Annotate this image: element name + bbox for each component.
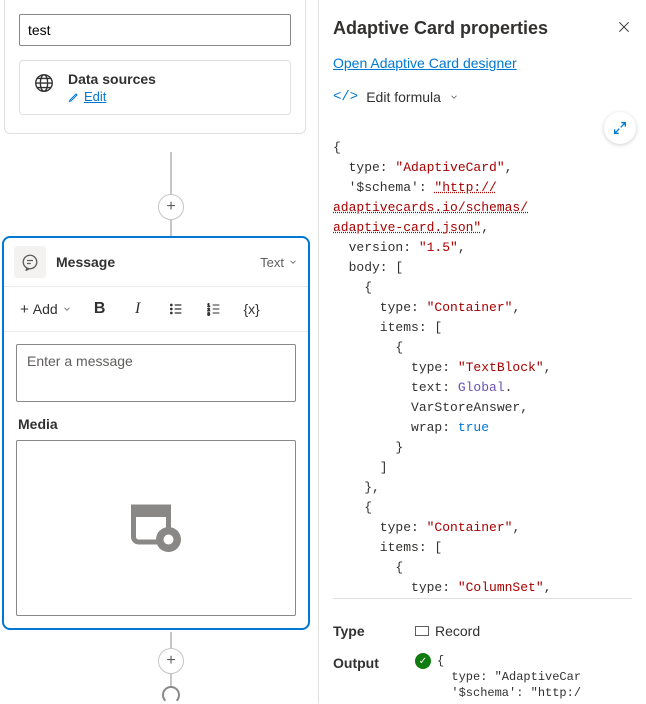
edit-link[interactable]: Edit (68, 89, 278, 104)
message-input[interactable]: Enter a message (16, 344, 296, 402)
properties-panel: Adaptive Card properties Open Adaptive C… (318, 0, 646, 703)
bullet-list-button[interactable] (160, 295, 192, 323)
chevron-down-icon (449, 92, 459, 102)
pencil-icon (68, 91, 80, 103)
output-label: Output (333, 653, 397, 671)
record-icon (415, 626, 429, 636)
close-icon (616, 19, 632, 35)
chevron-down-icon (288, 257, 298, 267)
media-dropzone[interactable] (16, 440, 296, 616)
svg-text:3: 3 (207, 312, 210, 317)
italic-button[interactable]: I (122, 295, 154, 323)
open-designer-link[interactable]: Open Adaptive Card designer (319, 51, 531, 83)
data-sources-title: Data sources (68, 71, 278, 87)
type-value: Record (415, 623, 480, 639)
success-icon: ✓ (415, 653, 431, 669)
divider (333, 598, 632, 599)
node-card-1: Data sources Edit (4, 0, 306, 134)
data-sources-card[interactable]: Data sources Edit (19, 60, 291, 115)
edit-formula-button[interactable]: </> Edit formula (319, 83, 646, 111)
toolbar: + Add B I 123 {x} (4, 287, 308, 332)
message-icon (14, 246, 46, 278)
panel-title: Adaptive Card properties (333, 18, 548, 39)
media-settings-icon (126, 497, 186, 560)
connector-line (170, 220, 172, 236)
formula-editor[interactable]: { type: "AdaptiveCard", '$schema': "http… (333, 138, 632, 593)
message-node-card: Message Text + Add B I 123 {x} Enter a m… (2, 236, 310, 630)
end-circle-icon (162, 686, 180, 704)
add-button[interactable]: + Add (14, 295, 78, 323)
add-node-button[interactable]: + (158, 648, 184, 674)
code-icon: </> (333, 89, 358, 105)
type-label: Type (333, 623, 397, 639)
chevron-down-icon (62, 304, 72, 314)
close-button[interactable] (616, 19, 632, 38)
type-selector[interactable]: Text (260, 255, 298, 270)
expand-icon (612, 120, 628, 136)
bold-button[interactable]: B (84, 295, 116, 323)
globe-icon (32, 71, 56, 95)
output-value: { type: "AdaptiveCar '$schema': "http:/ (437, 653, 581, 701)
add-node-button[interactable]: + (158, 194, 184, 220)
numbered-list-button[interactable]: 123 (198, 295, 230, 323)
message-title: Message (56, 254, 260, 270)
search-input[interactable] (19, 14, 291, 46)
variable-button[interactable]: {x} (236, 295, 268, 323)
media-label: Media (18, 416, 294, 432)
